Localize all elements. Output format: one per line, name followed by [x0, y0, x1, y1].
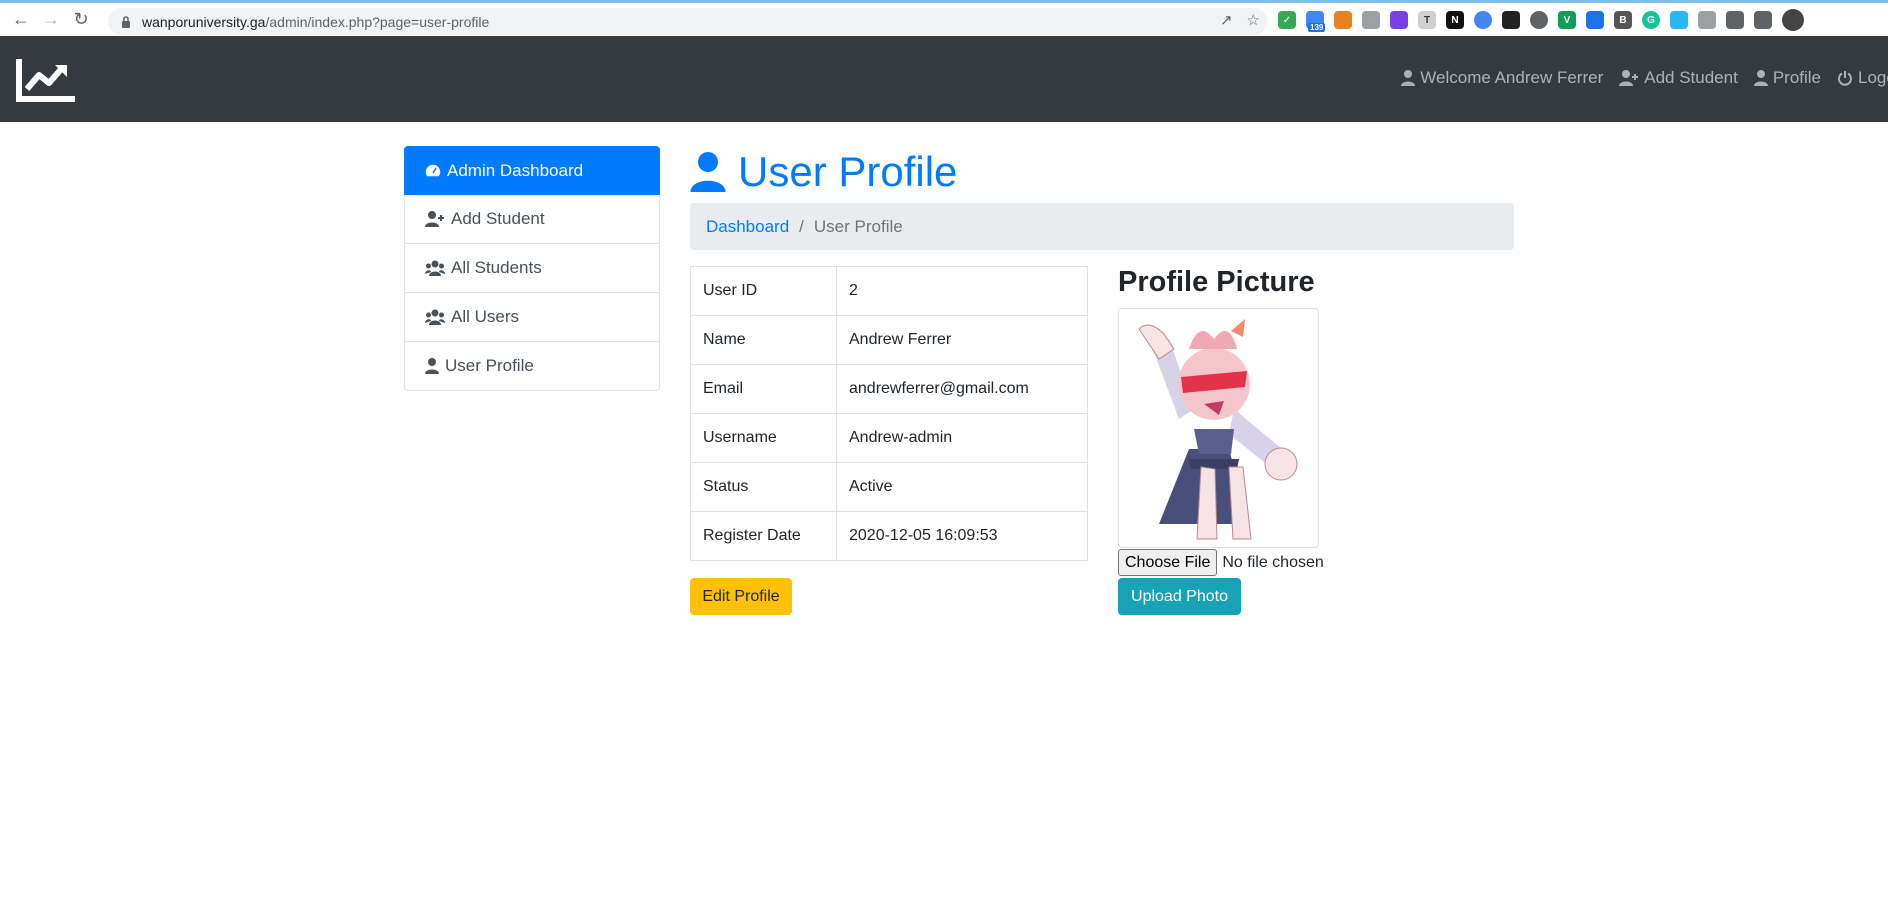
table-row: User ID 2	[690, 266, 1088, 316]
page-title: User Profile	[690, 147, 957, 197]
nav-add-student-link[interactable]: Add Student	[1619, 68, 1738, 88]
sidebar-item-user-profile[interactable]: User Profile	[404, 342, 660, 391]
sidebar: Admin Dashboard Add Student All Students…	[404, 146, 660, 391]
user-plus-icon	[425, 211, 444, 227]
profile-picture	[1118, 308, 1319, 548]
extension-icon[interactable]: 139	[1306, 11, 1326, 32]
url-path: /admin/index.php?page=user-profile	[265, 13, 490, 30]
page-title-text: User Profile	[738, 148, 958, 195]
table-cell-label: Status	[690, 462, 837, 512]
vue-icon[interactable]: V	[1558, 11, 1576, 29]
sidebar-item-label: All Users	[451, 307, 520, 326]
metamask-icon[interactable]	[1334, 11, 1352, 29]
nav-profile-label: Profile	[1772, 68, 1821, 87]
sidebar-item-label: User Profile	[445, 356, 534, 375]
sidebar-item-all-users[interactable]: All Users	[404, 293, 660, 342]
sidebar-item-admin-dashboard[interactable]: Admin Dashboard	[404, 146, 660, 195]
table-row: Status Active	[690, 462, 1088, 512]
browser-toolbar: ← → ↻ wanporuniversity.ga/admin/index.ph…	[0, 0, 1888, 36]
user-icon	[1401, 70, 1416, 86]
shield-extension-icon[interactable]: ✓	[1278, 11, 1296, 29]
reload-icon[interactable]: ↻	[66, 5, 96, 35]
sidebar-item-label: Admin Dashboard	[447, 160, 584, 180]
table-row: Username Andrew-admin	[690, 413, 1088, 463]
table-cell-value: Andrew-admin	[836, 413, 1088, 463]
notion-icon[interactable]: N	[1446, 11, 1464, 29]
nav-logout-link[interactable]: Logout	[1837, 68, 1888, 88]
lock-icon	[120, 15, 132, 29]
extension-icon[interactable]	[1502, 11, 1520, 29]
nav-welcome-label: Welcome Andrew Ferrer	[1420, 68, 1604, 87]
users-icon	[425, 260, 445, 276]
share-icon[interactable]: ↗	[1220, 11, 1233, 29]
file-status-text: No file chosen	[1222, 553, 1324, 571]
puzzle-icon[interactable]	[1726, 11, 1744, 29]
chart-line-logo-icon[interactable]	[15, 57, 77, 103]
back-icon[interactable]: ←	[6, 5, 36, 35]
sidebar-item-all-students[interactable]: All Students	[404, 244, 660, 293]
nav-add-student-label: Add Student	[1644, 68, 1738, 87]
address-bar[interactable]: wanporuniversity.ga/admin/index.php?page…	[108, 8, 1268, 35]
nav-links: Welcome Andrew Ferrer Add Student Profil…	[1401, 68, 1888, 88]
forward-icon[interactable]: →	[36, 5, 66, 35]
breadcrumb-separator: /	[799, 216, 804, 236]
table-cell-label: User ID	[690, 266, 837, 316]
sidebar-item-label: Add Student	[451, 209, 545, 228]
extension-icon[interactable]	[1698, 11, 1716, 29]
nav-welcome-link[interactable]: Welcome Andrew Ferrer	[1401, 68, 1603, 88]
grammarly-icon[interactable]: G	[1642, 11, 1660, 29]
text-extension-icon[interactable]: T	[1418, 11, 1436, 29]
extensions-bar: ✓ 139 T N V B G	[1278, 9, 1804, 32]
user-icon	[1753, 70, 1768, 86]
profile-picture-heading: Profile Picture	[1118, 266, 1315, 298]
tachometer-icon	[425, 163, 441, 178]
sidebar-item-add-student[interactable]: Add Student	[404, 195, 660, 244]
breadcrumb: Dashboard / User Profile	[690, 203, 1514, 250]
table-cell-label: Email	[690, 364, 837, 414]
extension-icon[interactable]	[1586, 11, 1604, 29]
user-icon	[690, 152, 726, 192]
table-row: Name Andrew Ferrer	[690, 315, 1088, 365]
extension-icon[interactable]	[1390, 11, 1408, 29]
edit-profile-button[interactable]: Edit Profile	[690, 578, 792, 615]
table-row: Register Date 2020-12-05 16:09:53	[690, 511, 1088, 561]
choose-file-button[interactable]: Choose File	[1118, 549, 1218, 576]
bookmark-star-icon[interactable]: ☆	[1247, 11, 1260, 29]
table-cell-label: Username	[690, 413, 837, 463]
user-icon	[425, 358, 439, 374]
power-icon	[1838, 71, 1852, 86]
table-cell-value: andrewferrer@gmail.com	[836, 364, 1088, 414]
extension-icon[interactable]: B	[1614, 11, 1632, 29]
table-cell-value: 2	[836, 266, 1088, 316]
profile-picture-illustration	[1138, 319, 1298, 540]
sidepanel-icon[interactable]	[1754, 11, 1772, 29]
users-icon	[425, 309, 445, 325]
sidebar-item-label: All Students	[451, 258, 542, 277]
table-cell-label: Name	[690, 315, 837, 365]
table-cell-value: 2020-12-05 16:09:53	[836, 511, 1088, 561]
camera-icon[interactable]	[1362, 11, 1380, 29]
breadcrumb-dashboard-link[interactable]: Dashboard	[706, 217, 789, 237]
profile-avatar[interactable]	[1782, 9, 1804, 31]
extension-icon[interactable]	[1474, 11, 1492, 29]
table-cell-value: Active	[836, 462, 1088, 512]
file-input-row: Choose File No file chosen	[1118, 549, 1324, 576]
top-navbar: Welcome Andrew Ferrer Add Student Profil…	[0, 36, 1888, 122]
nav-logout-label: Logout	[1858, 68, 1888, 87]
url-host: wanporuniversity.ga	[142, 13, 266, 30]
extension-icon[interactable]	[1670, 11, 1688, 29]
table-row: Email andrewferrer@gmail.com	[690, 364, 1088, 414]
user-plus-icon	[1619, 70, 1639, 86]
breadcrumb-current: User Profile	[813, 216, 903, 236]
profile-info-table: User ID 2 Name Andrew Ferrer Email andre…	[690, 266, 1088, 561]
extension-badge: 139	[1308, 23, 1326, 32]
table-cell-value: Andrew Ferrer	[836, 315, 1088, 365]
nav-profile-link[interactable]: Profile	[1753, 68, 1821, 88]
upload-photo-button[interactable]: Upload Photo	[1118, 578, 1241, 615]
speed-icon[interactable]	[1530, 11, 1548, 29]
table-cell-label: Register Date	[690, 511, 837, 561]
